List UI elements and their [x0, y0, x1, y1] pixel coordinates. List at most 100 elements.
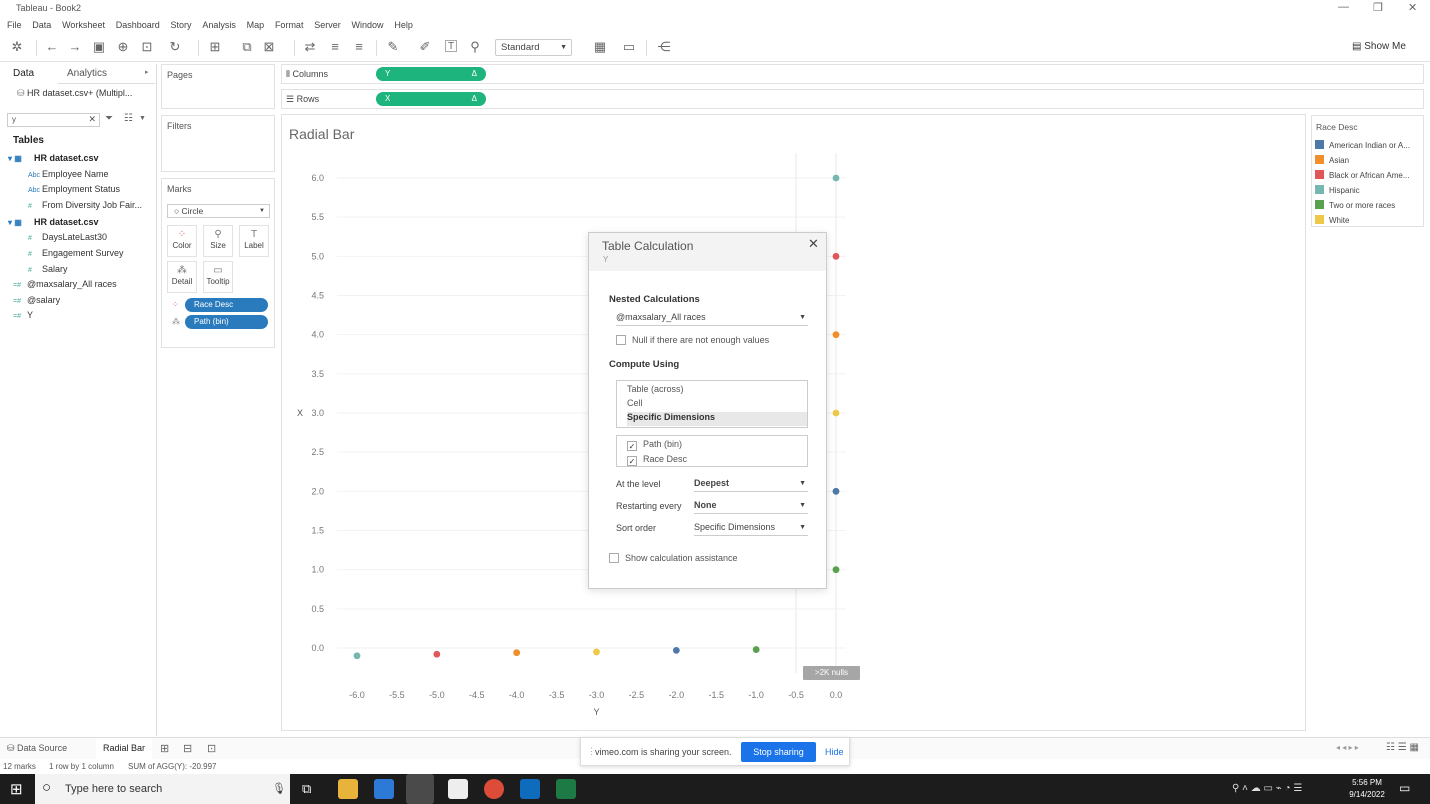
legend-item[interactable]: Black or African Ame...: [1315, 170, 1409, 180]
chrome-icon[interactable]: [484, 779, 504, 799]
field-item[interactable]: =# @salary: [13, 295, 60, 305]
dimension-path-bin[interactable]: ✓ Path (bin): [627, 439, 682, 451]
label-icon[interactable]: T: [445, 40, 457, 52]
data-point[interactable]: [832, 487, 840, 495]
data-point[interactable]: [353, 652, 361, 660]
compute-option-table-across[interactable]: Table (across): [627, 384, 684, 394]
data-point[interactable]: [832, 174, 840, 182]
outlook-icon[interactable]: [520, 779, 540, 799]
legend-item[interactable]: Two or more races: [1315, 200, 1395, 210]
presentation-icon[interactable]: ▭: [622, 40, 636, 54]
notifications-icon[interactable]: ▭: [1399, 781, 1410, 795]
view-options-icon[interactable]: ☷: [124, 113, 133, 124]
color-card[interactable]: ⁘ Color: [167, 225, 197, 257]
windows-start-icon[interactable]: ⊞: [10, 780, 23, 798]
refresh-icon[interactable]: ↻: [168, 40, 182, 54]
filters-shelf[interactable]: Filters: [161, 115, 275, 172]
data-point[interactable]: [832, 331, 840, 339]
data-point[interactable]: [433, 650, 441, 658]
clear-sheet-icon[interactable]: ⊠: [262, 40, 276, 54]
rows-pill-x[interactable]: XΔ: [376, 92, 486, 106]
sheet-tab-radial-bar[interactable]: Radial Bar: [96, 738, 152, 759]
nulls-indicator[interactable]: >2K nulls: [803, 666, 860, 680]
fit-dropdown[interactable]: Standard ▼: [495, 39, 572, 56]
restore-icon[interactable]: ❐: [1373, 1, 1383, 14]
tab-analytics[interactable]: Analytics: [67, 66, 107, 82]
null-if-not-enough-checkbox[interactable]: Null if there are not enough values: [616, 335, 769, 345]
race-desc-pill[interactable]: Race Desc: [185, 298, 268, 312]
data-point[interactable]: [832, 566, 840, 574]
table-item[interactable]: ▾ ▦ HR dataset.csv: [8, 153, 99, 163]
columns-shelf[interactable]: ⦀ Columns YΔ: [281, 64, 1424, 84]
stop-sharing-button[interactable]: Stop sharing: [741, 742, 816, 762]
close-window-icon[interactable]: ✕: [1408, 1, 1417, 14]
path-bin-pill[interactable]: Path (bin): [185, 315, 268, 329]
highlight-icon[interactable]: ✎: [386, 40, 400, 54]
menu-window[interactable]: Window: [352, 17, 384, 33]
pin-icon[interactable]: ⚲: [468, 40, 482, 54]
tooltip-card[interactable]: ▭ Tooltip: [203, 261, 233, 293]
mark-type-dropdown[interactable]: ○ Circle ▼: [167, 204, 270, 218]
sheet-nav-arrows-icon[interactable]: ◂ ◂ ▸ ▸: [1336, 743, 1359, 752]
show-me-button[interactable]: ▤ Show Me: [1352, 41, 1406, 52]
dimension-race-desc[interactable]: ✓ Race Desc: [627, 454, 687, 466]
field-item[interactable]: =# @maxsalary_All races: [13, 279, 117, 289]
field-item[interactable]: # Salary: [28, 264, 68, 274]
tab-data[interactable]: Data: [13, 66, 34, 82]
sort-desc-icon[interactable]: ≡: [352, 40, 366, 54]
data-point[interactable]: [832, 409, 840, 417]
menu-worksheet[interactable]: Worksheet: [62, 17, 105, 33]
menu-server[interactable]: Server: [314, 17, 341, 33]
menu-story[interactable]: Story: [171, 17, 192, 33]
field-item[interactable]: Abc Employee Name: [28, 169, 109, 179]
close-icon[interactable]: ✕: [808, 236, 819, 252]
tableau-app-icon[interactable]: [406, 774, 434, 804]
notepad-icon[interactable]: [448, 779, 468, 799]
field-search-input[interactable]: y ✕: [7, 113, 100, 127]
detail-card[interactable]: ⁂ Detail: [167, 261, 197, 293]
nested-calculation-dropdown[interactable]: @maxsalary_All races ▼: [616, 312, 808, 326]
undo-icon[interactable]: ←: [45, 40, 59, 54]
save-icon[interactable]: ▣: [92, 40, 106, 54]
menu-format[interactable]: Format: [275, 17, 304, 33]
mail-icon[interactable]: [374, 779, 394, 799]
microphone-icon[interactable]: 🎙: [272, 782, 286, 795]
dialog-header[interactable]: Table Calculation Y ✕: [589, 233, 826, 271]
sheet-sorter-icon[interactable]: ☷ ☰ ▦: [1386, 742, 1419, 753]
filter-icon[interactable]: ⏷: [105, 113, 113, 124]
legend-item[interactable]: White: [1315, 215, 1349, 225]
menu-data[interactable]: Data: [32, 17, 51, 33]
legend-item[interactable]: Hispanic: [1315, 185, 1360, 195]
field-item[interactable]: # From Diversity Job Fair...: [28, 200, 142, 210]
field-item[interactable]: # DaysLateLast30: [28, 232, 107, 242]
sort-order-dropdown[interactable]: Specific Dimensions ▼: [694, 522, 808, 536]
rows-shelf[interactable]: ☰ Rows XΔ: [281, 89, 1424, 109]
data-point[interactable]: [752, 646, 760, 653]
menu-help[interactable]: Help: [394, 17, 413, 33]
menu-map[interactable]: Map: [247, 17, 265, 33]
menu-dashboard[interactable]: Dashboard: [116, 17, 160, 33]
share-icon[interactable]: ⋲: [657, 40, 671, 54]
menu-analysis[interactable]: Analysis: [202, 17, 236, 33]
data-point[interactable]: [513, 649, 521, 657]
task-view-icon[interactable]: ⧉: [302, 781, 311, 797]
new-worksheet-icon[interactable]: ⊞: [160, 742, 169, 755]
data-point[interactable]: [672, 646, 680, 654]
compute-option-cell[interactable]: Cell: [627, 398, 643, 408]
data-point[interactable]: [832, 252, 840, 260]
new-story-icon[interactable]: ⊡: [207, 742, 216, 755]
taskbar-clock[interactable]: 5:56 PM 9/14/2022: [1346, 777, 1388, 801]
datasource-item[interactable]: ⛁ HR dataset.csv+ (Multipl...: [17, 88, 132, 99]
file-explorer-icon[interactable]: [338, 779, 358, 799]
pause-updates-icon[interactable]: ⊡: [140, 40, 154, 54]
field-item[interactable]: # Engagement Survey: [28, 248, 124, 258]
menu-file[interactable]: File: [7, 17, 22, 33]
duplicate-sheet-icon[interactable]: ⧉: [240, 40, 254, 54]
field-item[interactable]: =# Y: [13, 310, 33, 320]
size-card[interactable]: ⚲ Size: [203, 225, 233, 257]
pane-menu-icon[interactable]: ▸: [145, 68, 149, 76]
legend-item[interactable]: Asian: [1315, 155, 1349, 165]
new-datasource-icon[interactable]: ⊕: [116, 40, 130, 54]
table-item[interactable]: ▾ ▦ HR dataset.csv: [8, 217, 99, 227]
restarting-every-dropdown[interactable]: None ▼: [694, 500, 808, 514]
